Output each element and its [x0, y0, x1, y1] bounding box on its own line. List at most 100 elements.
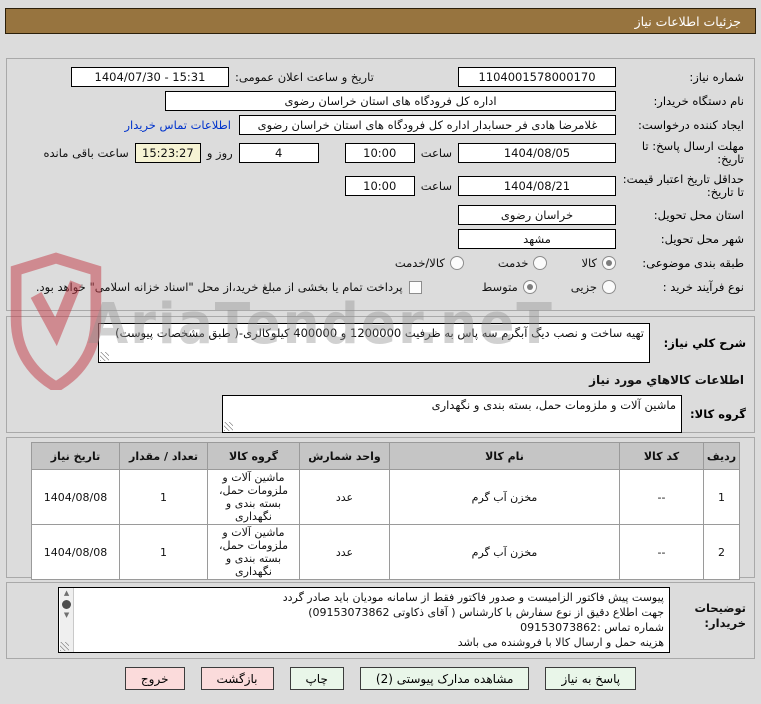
delivery-city-field[interactable]: مشهد: [458, 229, 616, 249]
buyer-org-label: نام دستگاه خریدار:: [653, 93, 744, 108]
goods-table-body: 1 -- مخزن آب گرم عدد ماشین آلات و ملزومات حم…: [31, 469, 740, 580]
table-cell: 1: [119, 469, 208, 525]
need-description-text: تهیه ساخت و نصب دیگ آبگرم سه پاس به ظرفی…: [115, 326, 644, 340]
page-title-text: جزئیات اطلاعات نیاز: [634, 13, 741, 29]
need-number-field[interactable]: 1104001578000170: [458, 67, 616, 87]
radio-label: متوسط: [481, 280, 518, 294]
table-cell: ماشین آلات و ملزومات حمل، بسته بندی و نگ…: [207, 469, 300, 525]
table-row: 1 -- مخزن آب گرم عدد ماشین آلات و ملزومات حم…: [31, 469, 740, 525]
need-description-section: شرح کلي نياز: تهیه ساخت و نصب دیگ آبگرم …: [6, 316, 755, 433]
need-number-row: شماره نیاز: 1104001578000170 تاریخ و ساع…: [15, 67, 744, 87]
radio-label: کالا: [581, 256, 597, 270]
announce-datetime-field[interactable]: 1404/07/30 - 15:31: [71, 67, 229, 87]
delivery-province-row: استان محل تحویل: خراسان رضوی: [15, 205, 744, 225]
goods-table: ردیف کد کالا نام کالا واحد شمارش گروه کالا تع…: [31, 442, 740, 580]
request-creator-row: ایجاد کننده درخواست: غلامرضا هادی فر حسا…: [15, 115, 744, 135]
table-cell: 2: [703, 524, 740, 580]
radio-icon[interactable]: [533, 256, 548, 270]
need-description-textarea[interactable]: تهیه ساخت و نصب دیگ آبگرم سه پاس به ظرفی…: [98, 323, 650, 363]
scroll-up-icon[interactable]: ▲: [64, 590, 69, 597]
announce-datetime-label: تاریخ و ساعت اعلان عمومی:: [235, 70, 374, 84]
column-header: کد کالا: [619, 442, 704, 470]
need-description-label: شرح کلي نياز:: [663, 336, 746, 350]
delivery-province-label: استان محل تحویل:: [653, 207, 744, 222]
table-cell: ماشین آلات و ملزومات حمل، بسته بندی و نگ…: [207, 524, 300, 580]
subject-class-option[interactable]: کالا: [581, 256, 616, 270]
price-validity-label: حداقل تاریخ اعتبار قیمت: تا تاریخ:: [622, 172, 744, 199]
footer-button[interactable]: خروج: [124, 667, 185, 690]
table-cell: 1404/08/08: [31, 524, 120, 580]
note-line: پیوست پیش فاکتور الزامیست و صدور فاکتور …: [282, 591, 664, 604]
process-type-option[interactable]: متوسط: [482, 280, 537, 294]
radio-icon[interactable]: [449, 256, 464, 270]
process-type-options: جزیی متوسط: [448, 280, 616, 294]
page-title: جزئیات اطلاعات نیاز: [5, 8, 756, 34]
table-cell: عدد: [299, 469, 390, 525]
response-deadline-time-field[interactable]: 10:00: [344, 143, 415, 163]
process-type-option[interactable]: جزیی: [571, 280, 616, 294]
price-validity-time-field[interactable]: 10:00: [344, 176, 415, 196]
goods-group-row: گروه کالا: ماشین آلات و ملزومات حمل، بست…: [15, 395, 746, 433]
need-number-label: شماره نیاز:: [689, 69, 744, 84]
price-validity-hour-label: ساعت: [420, 179, 452, 193]
treasury-checkbox-label: پرداخت تمام یا بخشی از مبلغ خرید،از محل …: [35, 280, 403, 294]
price-validity-row: حداقل تاریخ اعتبار قیمت: تا تاریخ: 1404/…: [15, 171, 744, 201]
footer-button[interactable]: بازگشت: [200, 667, 274, 690]
column-header: واحد شمارش: [299, 442, 390, 470]
goods-table-head-row: ردیف کد کالا نام کالا واحد شمارش گروه کالا تع…: [31, 442, 740, 470]
radio-icon[interactable]: [602, 256, 616, 270]
table-cell: عدد: [299, 524, 390, 580]
treasury-checkbox[interactable]: [408, 280, 422, 294]
request-creator-field[interactable]: غلامرضا هادی فر حسابدار اداره کل فرودگاه…: [239, 115, 616, 135]
goods-group-text: ماشین آلات و ملزومات حمل، بسته بندی و نگ…: [431, 398, 676, 412]
process-type-row: نوع فرآیند خرید : جزیی متوسط پرداخت تمام …: [15, 277, 744, 297]
table-row: 2 -- مخزن آب گرم عدد ماشین آلات و ملزومات حم…: [31, 524, 740, 580]
radio-label: جزیی: [570, 280, 597, 294]
note-line: شماره تماس :09153073862: [520, 621, 664, 634]
goods-group-label: گروه کالا:: [690, 407, 746, 421]
buyer-contact-link[interactable]: اطلاعات تماس خریدار: [124, 118, 231, 132]
note-line: جهت اطلاع دقیق از نوع سفارش با کارشناس (…: [308, 606, 664, 619]
footer-button[interactable]: مشاهده مدارک پیوستی (2): [359, 667, 530, 690]
goods-group-textarea[interactable]: ماشین آلات و ملزومات حمل، بسته بندی و نگ…: [222, 395, 682, 433]
footer-button[interactable]: چاپ: [289, 667, 344, 690]
buyer-org-field[interactable]: اداره کل فرودگاه های استان خراسان رضوی: [165, 91, 616, 111]
table-cell: --: [619, 469, 704, 525]
radio-icon[interactable]: [602, 280, 616, 294]
footer-button[interactable]: پاسخ به نیاز: [545, 667, 637, 690]
subject-class-options: کالا خدمت کالا/خدمت: [361, 256, 616, 270]
price-validity-date-field[interactable]: 1404/08/21: [458, 176, 616, 196]
table-cell: مخزن آب گرم: [389, 469, 620, 525]
delivery-city-row: شهر محل تحویل: مشهد: [15, 229, 744, 249]
buyer-org-row: نام دستگاه خریدار: اداره کل فرودگاه های …: [15, 91, 744, 111]
column-header: تعداد / مقدار: [119, 442, 208, 470]
need-description-row: شرح کلي نياز: تهیه ساخت و نصب دیگ آبگرم …: [15, 323, 746, 363]
remaining-days-label: روز و: [206, 146, 233, 160]
footer-buttons: پاسخ به نیاز مشاهده مدارک پیوستی (2) چاپ با…: [0, 667, 761, 690]
scroll-down-icon[interactable]: ▼: [64, 612, 69, 619]
radio-icon[interactable]: [522, 280, 537, 294]
table-cell: 1: [703, 469, 740, 525]
buyer-notes-lines: پیوست پیش فاکتور الزامیست و صدور فاکتور …: [77, 590, 664, 650]
resize-handle-icon[interactable]: [60, 642, 69, 651]
column-header: گروه کالا: [207, 442, 300, 470]
resize-handle-icon[interactable]: [224, 422, 233, 431]
delivery-province-field[interactable]: خراسان رضوی: [458, 205, 616, 225]
response-deadline-hour-label: ساعت: [420, 146, 452, 160]
goods-table-section: ردیف کد کالا نام کالا واحد شمارش گروه کالا تع…: [6, 437, 755, 580]
table-cell: --: [619, 524, 704, 580]
resize-handle-icon[interactable]: [100, 352, 109, 361]
response-deadline-date-field[interactable]: 1404/08/05: [458, 143, 616, 163]
process-type-label: نوع فرآیند خرید :: [662, 279, 744, 294]
scroll-thumb[interactable]: [62, 600, 71, 609]
table-cell: مخزن آب گرم: [389, 524, 620, 580]
radio-label: کالا/خدمت: [394, 256, 445, 270]
remaining-days-field: 4: [238, 143, 319, 163]
subject-class-option[interactable]: کالا/خدمت: [395, 256, 464, 270]
delivery-city-label: شهر محل تحویل:: [660, 231, 744, 246]
subject-class-label: طبقه بندی موضوعی:: [642, 255, 744, 270]
goods-section-title: اطلاعات کالاهاي مورد نياز: [589, 373, 744, 387]
column-header: نام کالا: [389, 442, 620, 470]
subject-class-option[interactable]: خدمت: [498, 256, 548, 270]
buyer-notes-textarea[interactable]: پیوست پیش فاکتور الزامیست و صدور فاکتور …: [58, 587, 670, 653]
